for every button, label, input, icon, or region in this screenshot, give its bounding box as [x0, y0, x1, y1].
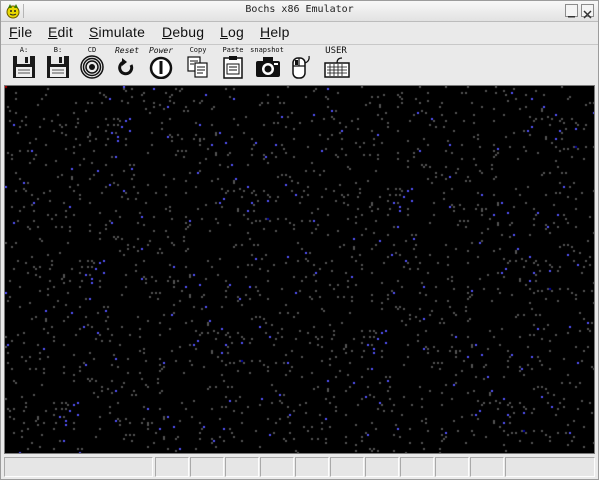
status-bar	[4, 457, 595, 477]
menu-debug[interactable]: Debug	[162, 24, 204, 40]
power-icon	[149, 56, 173, 79]
power-button[interactable]: Power	[144, 45, 178, 83]
status-cell	[365, 457, 399, 477]
close-icon	[583, 10, 592, 19]
status-cell	[295, 457, 329, 477]
floppy-b-label: B:	[53, 46, 63, 54]
cdrom-label: CD	[87, 46, 97, 54]
status-cell	[400, 457, 434, 477]
status-cell	[505, 457, 595, 477]
mouse-icon	[292, 55, 310, 79]
menu-help[interactable]: Help	[260, 24, 290, 40]
menu-simulate[interactable]: Simulate	[89, 24, 145, 40]
floppy-a-label: A:	[19, 46, 29, 54]
camera-icon	[256, 57, 280, 77]
floppy-disk-icon	[13, 56, 35, 78]
floppy-b-button[interactable]: B:	[41, 45, 75, 83]
status-cell	[260, 457, 294, 477]
status-cell	[225, 457, 259, 477]
keyboard-icon	[324, 57, 350, 78]
floppy-disk-icon	[47, 56, 69, 78]
reset-label: Reset	[114, 46, 140, 55]
minimize-button[interactable]	[565, 4, 578, 18]
mouse-toggle-button[interactable]	[283, 45, 317, 83]
menu-file[interactable]: File	[9, 24, 32, 40]
copy-button[interactable]: Copy	[181, 45, 215, 83]
menu-log[interactable]: Log	[220, 24, 244, 40]
window-title: Bochs x86 Emulator	[245, 4, 354, 15]
cdrom-icon	[80, 55, 104, 79]
status-cell	[470, 457, 504, 477]
status-cell	[190, 457, 224, 477]
emulator-display[interactable]	[4, 85, 595, 454]
status-cell	[155, 457, 189, 477]
menu-edit[interactable]: Edit	[48, 24, 73, 40]
reset-icon	[118, 58, 134, 76]
floppy-a-button[interactable]: A:	[7, 45, 41, 83]
title-bar[interactable]: Bochs x86 Emulator	[1, 1, 598, 22]
copy-icon	[187, 56, 208, 78]
power-label: Power	[148, 46, 174, 55]
snapshot-label: snapshot	[250, 46, 284, 54]
minimize-icon	[568, 16, 575, 18]
status-cell	[435, 457, 469, 477]
status-cell-main	[4, 457, 153, 477]
close-button[interactable]	[581, 4, 594, 19]
cdrom-button[interactable]: CD	[75, 45, 109, 83]
paste-label: Paste	[222, 46, 244, 54]
paste-icon	[223, 56, 243, 79]
status-cell	[330, 457, 364, 477]
bochs-window: Bochs x86 Emulator File Edit Simulate De…	[0, 0, 599, 480]
copy-label: Copy	[189, 46, 207, 54]
menu-bar: File Edit Simulate Debug Log Help	[1, 22, 598, 45]
user-button[interactable]: USER	[319, 45, 353, 83]
vga-noise-canvas[interactable]	[5, 86, 594, 453]
reset-button[interactable]: Reset	[110, 45, 144, 83]
paste-button[interactable]: Paste	[216, 45, 250, 83]
snapshot-button[interactable]: snapshot	[250, 45, 284, 83]
toolbar: A: B: CD Reset Power Copy Paste snapshot…	[1, 45, 598, 83]
